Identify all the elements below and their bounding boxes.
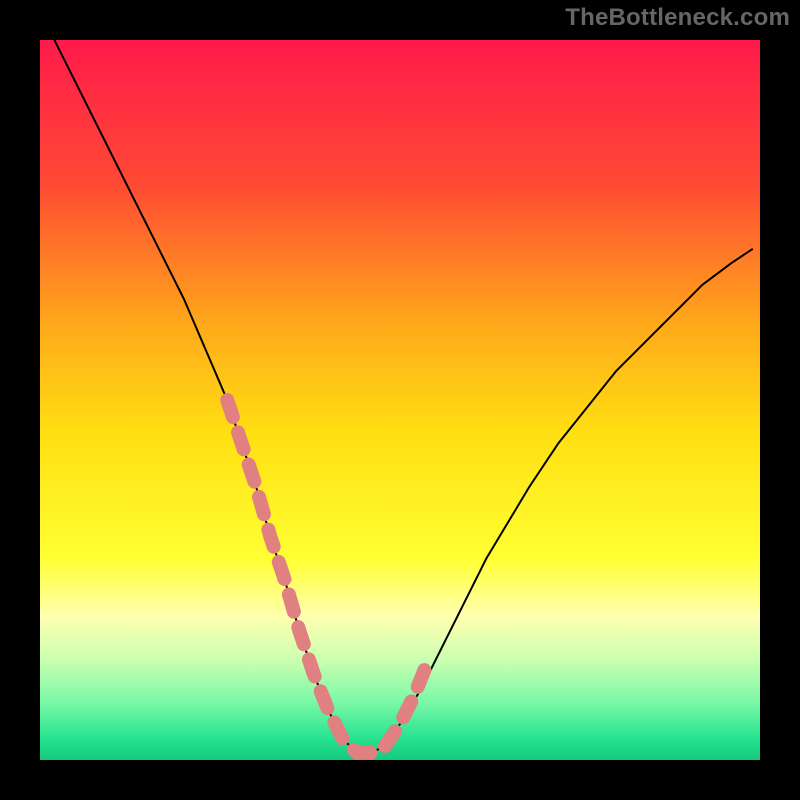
- gradient-background: [40, 40, 760, 760]
- watermark-text: TheBottleneck.com: [565, 4, 790, 32]
- bottleneck-chart: [40, 40, 760, 760]
- plot-area: [40, 40, 760, 760]
- chart-frame: TheBottleneck.com: [0, 0, 800, 800]
